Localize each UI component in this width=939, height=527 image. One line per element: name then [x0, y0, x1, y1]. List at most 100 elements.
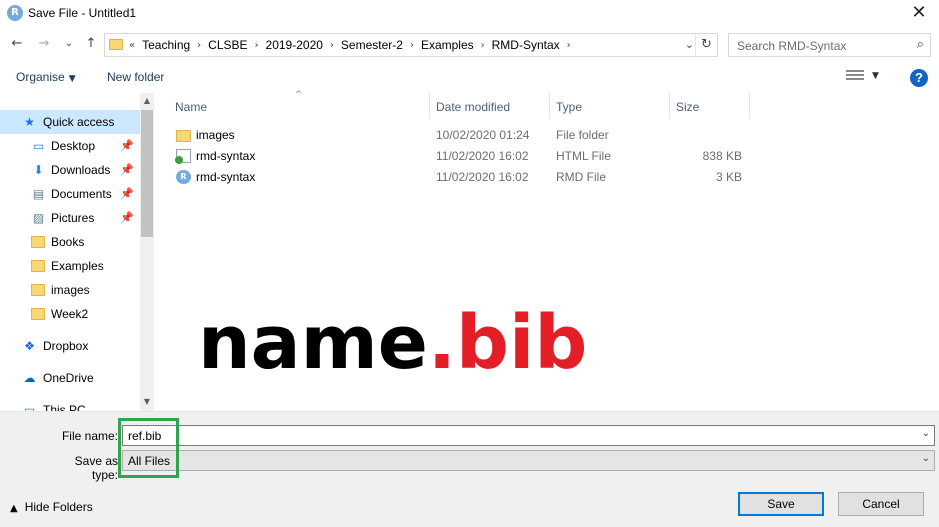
save-button[interactable]: Save — [738, 492, 824, 516]
sidebar-item-this-pc[interactable]: ▭ This PC — [0, 398, 140, 411]
sidebar-item-label: Examples — [51, 259, 104, 273]
pin-icon[interactable]: 📌 — [120, 182, 134, 206]
chevron-down-icon[interactable]: ⌄ — [922, 428, 930, 439]
folder-icon — [31, 308, 45, 320]
up-arrow-icon[interactable]: ↑ — [82, 35, 100, 53]
annotation-base: name — [198, 300, 428, 386]
pin-icon[interactable]: 📌 — [120, 158, 134, 182]
organise-label: Organise — [16, 70, 65, 84]
pin-icon[interactable]: 📌 — [120, 206, 134, 230]
chevron-down-icon[interactable]: ⌄ — [922, 453, 930, 464]
breadcrumb: « Teaching › CLSBE › 2019-2020 › Semeste… — [127, 38, 573, 52]
search-icon[interactable]: ⌕ — [917, 37, 924, 52]
recent-locations-chevron-icon[interactable]: ⌄ — [60, 35, 78, 53]
sidebar-scrollbar[interactable]: ▲ ▼ — [140, 93, 154, 411]
breadcrumb-item[interactable]: Teaching — [137, 38, 195, 52]
column-divider[interactable] — [749, 93, 750, 119]
pin-icon[interactable]: 📌 — [120, 134, 134, 158]
help-icon[interactable]: ? — [910, 69, 928, 87]
back-arrow-icon[interactable]: ← — [8, 35, 26, 53]
search-input[interactable]: Search RMD-Syntax ⌕ — [728, 33, 931, 57]
window-title: Save File - Untitled1 — [28, 6, 137, 20]
hide-folders-toggle[interactable]: ▲ Hide Folders — [10, 500, 93, 514]
file-row[interactable]: rmd-syntax 11/02/2020 16:02 HTML File 83… — [160, 146, 760, 167]
sidebar-item-label: images — [51, 283, 90, 297]
title-bar: R Save File - Untitled1 ✕ — [0, 0, 939, 28]
sidebar-list: ★ Quick access ▭ Desktop 📌 ⬇ Downloads 📌… — [0, 110, 140, 411]
sidebar-item-dropbox[interactable]: ❖ Dropbox — [0, 334, 140, 358]
scroll-down-arrow-icon[interactable]: ▼ — [140, 397, 154, 406]
sidebar-item-books[interactable]: Books — [0, 230, 140, 254]
chevron-right-icon[interactable]: › — [253, 40, 261, 51]
file-name: rmd-syntax — [196, 170, 256, 184]
caret-down-icon: ▼ — [68, 74, 76, 84]
star-icon: ★ — [24, 115, 35, 129]
sidebar-item-label: Week2 — [51, 307, 89, 321]
view-options-icon[interactable] — [846, 70, 864, 84]
pictures-icon: ▨ — [32, 211, 45, 225]
folder-icon — [31, 236, 45, 248]
chevron-right-icon[interactable]: › — [408, 40, 416, 51]
breadcrumb-item[interactable]: RMD-Syntax — [487, 38, 565, 52]
close-button[interactable]: ✕ — [899, 0, 939, 28]
sidebar-item-label: Books — [51, 235, 85, 249]
documents-icon: ▤ — [32, 187, 45, 201]
breadcrumb-item[interactable]: CLSBE — [203, 38, 252, 52]
address-dropdown-icon[interactable]: ⌄ — [685, 38, 694, 51]
chevron-right-icon[interactable]: › — [328, 40, 336, 51]
chevron-right-icon[interactable]: › — [479, 40, 487, 51]
refresh-icon[interactable]: ↻ — [695, 34, 717, 56]
column-header-date-modified[interactable]: Date modified — [436, 100, 510, 114]
view-caret-icon[interactable]: ▼ — [872, 71, 879, 81]
sidebar-item-documents[interactable]: ▤ Documents 📌 — [0, 182, 140, 206]
save-as-type-label: Save as type: — [74, 454, 118, 482]
column-header-type[interactable]: Type — [556, 100, 582, 114]
highlight-box — [118, 418, 179, 478]
file-size: 838 KB — [702, 149, 742, 163]
column-divider[interactable] — [669, 93, 670, 119]
chevron-right-icon[interactable]: › — [565, 40, 573, 51]
file-row[interactable]: images 10/02/2020 01:24 File folder — [160, 125, 760, 146]
save-as-type-select[interactable]: All Files ⌄ — [122, 450, 935, 471]
cancel-button[interactable]: Cancel — [838, 492, 924, 516]
rmd-file-icon: R — [176, 170, 191, 184]
column-header-name[interactable]: Name — [175, 100, 207, 114]
chevron-right-icon[interactable]: › — [195, 40, 203, 51]
breadcrumb-item[interactable]: 2019-2020 — [261, 38, 328, 52]
navigation-pane: ★ Quick access ▭ Desktop 📌 ⬇ Downloads 📌… — [0, 93, 154, 411]
folder-icon — [176, 130, 191, 142]
sidebar-item-images[interactable]: images — [0, 278, 140, 302]
sidebar-item-week2[interactable]: Week2 — [0, 302, 140, 326]
new-folder-button[interactable]: New folder — [107, 70, 164, 84]
sidebar-item-pictures[interactable]: ▨ Pictures 📌 — [0, 206, 140, 230]
sidebar-item-onedrive[interactable]: ☁ OneDrive — [0, 366, 140, 390]
column-divider[interactable] — [549, 93, 550, 119]
breadcrumb-item[interactable]: Semester-2 — [336, 38, 408, 52]
overflow-chevrons-icon[interactable]: « — [127, 40, 137, 51]
navigation-bar: ← → ⌄ ↑ « Teaching › CLSBE › 2019-2020 ›… — [0, 31, 939, 59]
sidebar-item-downloads[interactable]: ⬇ Downloads 📌 — [0, 158, 140, 182]
hide-folders-label: Hide Folders — [24, 500, 93, 514]
file-date: 10/02/2020 01:24 — [436, 128, 530, 142]
column-divider[interactable] — [429, 93, 430, 119]
sidebar-item-desktop[interactable]: ▭ Desktop 📌 — [0, 134, 140, 158]
file-type: File folder — [556, 128, 609, 142]
file-type: RMD File — [556, 170, 606, 184]
forward-arrow-icon[interactable]: → — [35, 35, 53, 53]
column-header-size[interactable]: Size — [676, 100, 699, 114]
sidebar-item-label: Documents — [51, 187, 112, 201]
file-date: 11/02/2020 16:02 — [436, 149, 529, 163]
scroll-up-arrow-icon[interactable]: ▲ — [140, 96, 154, 105]
sidebar-item-label: Downloads — [51, 163, 111, 177]
file-type: HTML File — [556, 149, 611, 163]
organise-menu[interactable]: Organise ▼ — [16, 70, 76, 84]
address-bar[interactable]: « Teaching › CLSBE › 2019-2020 › Semeste… — [104, 33, 718, 57]
file-name-label: File name: — [61, 429, 118, 443]
folder-icon — [31, 284, 45, 296]
scrollbar-thumb[interactable] — [141, 110, 153, 237]
sidebar-item-examples[interactable]: Examples — [0, 254, 140, 278]
file-name-field[interactable]: ref.bib ⌄ — [122, 425, 935, 446]
breadcrumb-item[interactable]: Examples — [416, 38, 479, 52]
sidebar-item-quick-access[interactable]: ★ Quick access — [0, 110, 140, 134]
file-row[interactable]: R rmd-syntax 11/02/2020 16:02 RMD File 3… — [160, 167, 760, 188]
